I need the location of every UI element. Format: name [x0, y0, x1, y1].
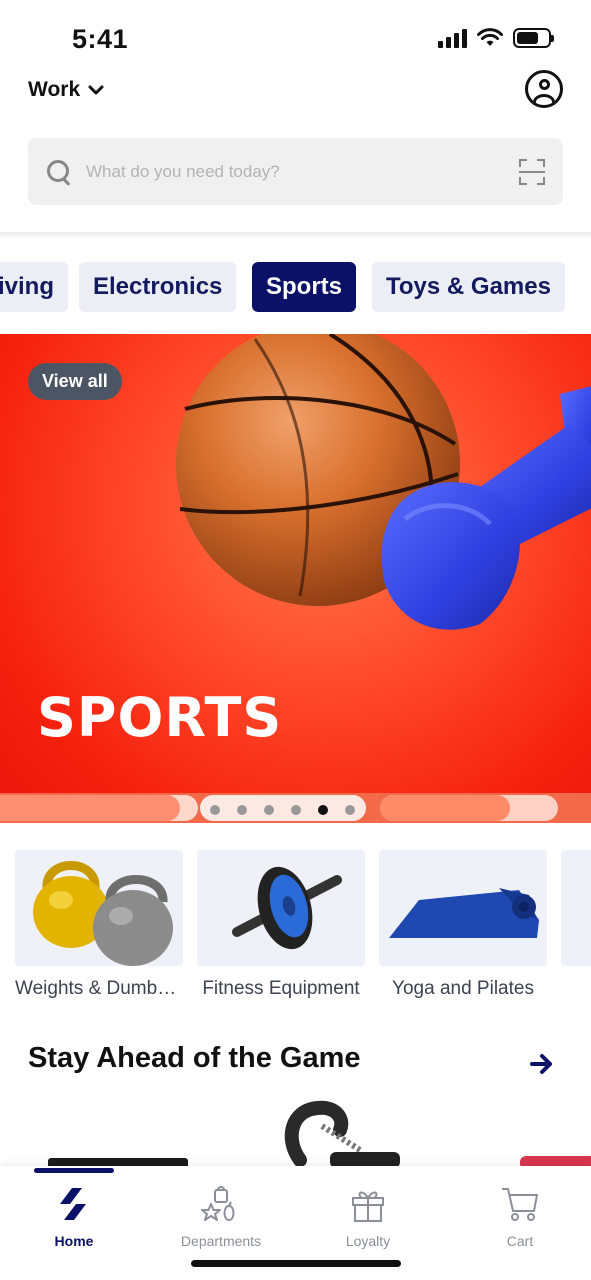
nav-label: Home	[54, 1233, 94, 1249]
subcategory-image	[561, 850, 591, 966]
promo-banner[interactable]: View all SPORTS	[0, 334, 591, 823]
section-title: Stay Ahead of the Game	[28, 1042, 361, 1074]
location-label: Work	[28, 78, 81, 101]
banner-title: SPORTS	[37, 686, 283, 749]
battery-icon	[513, 28, 554, 48]
ab-roller-image	[197, 850, 365, 966]
subcategory-tile[interactable]: Weights & Dumbbells	[15, 850, 183, 1000]
chip-label: Sports	[266, 273, 343, 300]
chip-toys-games[interactable]: Toys & Games	[372, 262, 565, 312]
arrow-right-icon[interactable]	[528, 1050, 556, 1078]
departments-icon	[201, 1186, 235, 1222]
carousel-dots	[210, 805, 355, 815]
subcategory-label: Yoga and Pilates	[392, 978, 534, 999]
header: Work	[0, 70, 591, 120]
nav-departments[interactable]: Departments	[166, 1184, 276, 1249]
nav-label: Departments	[180, 1233, 262, 1249]
home-logo-icon	[60, 1188, 86, 1220]
user-icon	[539, 79, 550, 90]
view-all-button[interactable]: View all	[28, 363, 122, 400]
status-time: 5:41	[72, 24, 129, 54]
product-images	[48, 1100, 591, 1168]
profile-button[interactable]	[525, 70, 563, 108]
product-carousel	[0, 1100, 591, 1168]
chip-electronics[interactable]: Electronics	[79, 262, 237, 312]
active-tab-indicator	[34, 1168, 114, 1173]
wifi-icon	[477, 28, 503, 46]
status-bar: 5:41	[0, 0, 591, 70]
basketball-dumbbell-image	[176, 334, 591, 630]
chip-sports[interactable]: Sports	[252, 262, 357, 312]
chip-label: Living	[0, 273, 54, 300]
carousel-dot[interactable]	[237, 805, 247, 815]
gift-icon	[352, 1191, 384, 1222]
carousel-dot[interactable]	[210, 805, 220, 815]
subcategory-tile[interactable]	[561, 850, 591, 966]
carousel-dot[interactable]	[345, 805, 355, 815]
search-icon	[46, 159, 72, 185]
home-indicator	[191, 1260, 401, 1267]
carousel-dot-active[interactable]	[318, 805, 328, 815]
barcode-scan-icon[interactable]	[519, 158, 545, 185]
chevron-down-icon	[88, 85, 104, 95]
nav-loyalty[interactable]: Loyalty	[313, 1184, 423, 1249]
header-divider	[0, 232, 591, 240]
subcategory-carousel: Weights & Dumbbells Fitness Equipment Yo…	[0, 850, 591, 1010]
subcategory-tile[interactable]: Fitness Equipment	[197, 850, 365, 1000]
subcategory-label: Weights & Dumbbells	[15, 978, 183, 999]
location-selector[interactable]: Work	[28, 78, 104, 102]
carousel-dot[interactable]	[291, 805, 301, 815]
nav-cart[interactable]: Cart	[465, 1184, 575, 1249]
nav-home[interactable]: Home	[19, 1184, 129, 1249]
status-icons	[438, 28, 554, 48]
carousel-dot[interactable]	[264, 805, 274, 815]
search-input[interactable]: What do you need today?	[86, 162, 519, 182]
subcategory-label: Fitness Equipment	[202, 978, 360, 999]
yoga-mat-image	[379, 850, 547, 966]
nav-label: Loyalty	[345, 1233, 391, 1249]
search-bar[interactable]: What do you need today?	[28, 138, 563, 205]
nav-label: Cart	[506, 1233, 534, 1249]
subcategory-tile[interactable]: Yoga and Pilates	[379, 850, 547, 1000]
cellular-signal-icon	[438, 28, 467, 48]
chip-living[interactable]: Living	[0, 262, 68, 312]
category-chips: Living Electronics Sports Toys & Games	[0, 262, 591, 312]
kettlebells-image	[15, 850, 183, 966]
chip-label: Toys & Games	[386, 273, 551, 300]
cart-icon	[502, 1188, 538, 1221]
chip-label: Electronics	[93, 273, 223, 300]
